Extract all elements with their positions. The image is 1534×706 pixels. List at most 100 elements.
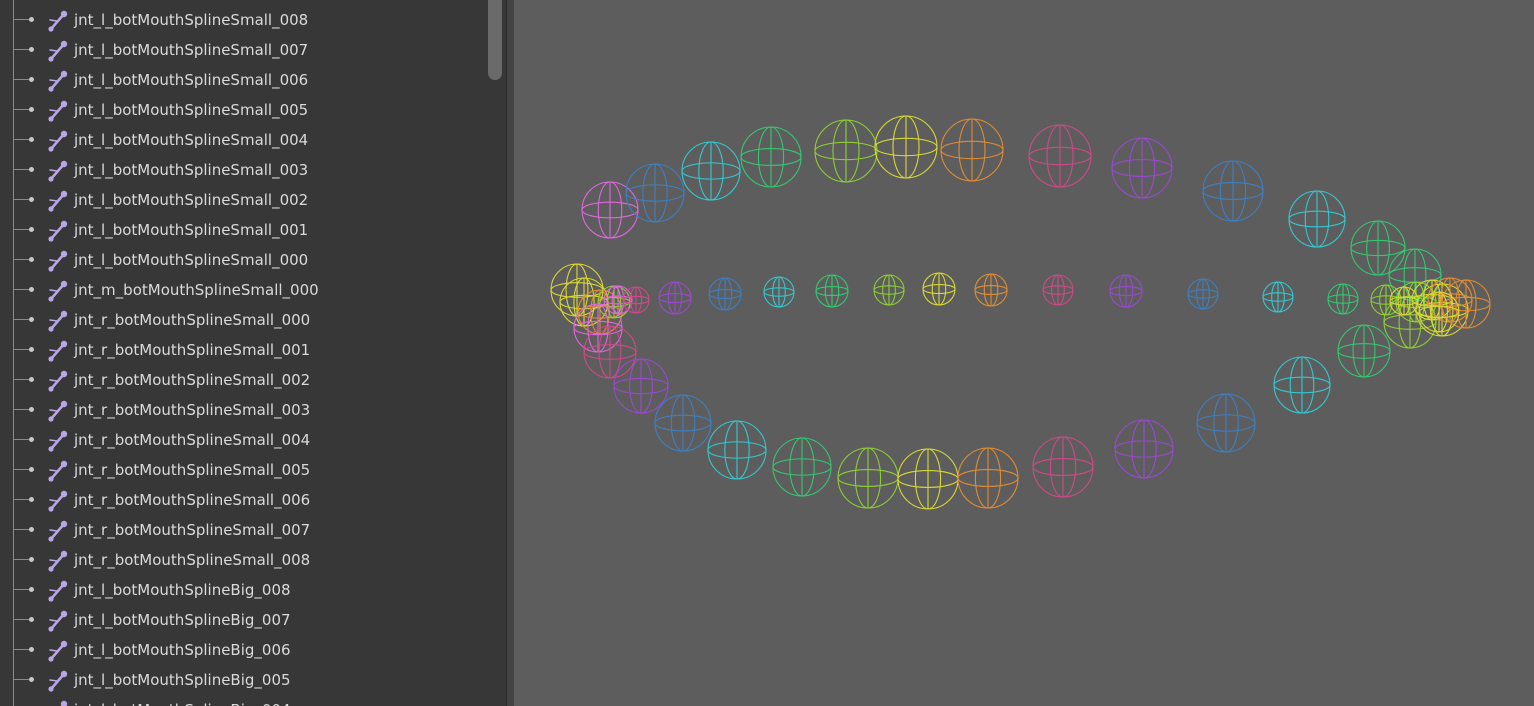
joint-icon — [48, 670, 68, 692]
joint-sphere[interactable] — [1042, 274, 1074, 306]
expand-dot-icon[interactable] — [29, 557, 34, 562]
joint-sphere[interactable] — [625, 163, 685, 223]
expand-dot-icon[interactable] — [29, 107, 34, 112]
panel-splitter[interactable] — [506, 0, 514, 706]
outliner-item[interactable]: jnt_l_botMouthSplineSmall_003 — [0, 155, 486, 185]
outliner-item[interactable]: jnt_r_botMouthSplineSmall_000 — [0, 305, 486, 335]
expand-dot-icon[interactable] — [29, 377, 34, 382]
expand-dot-icon[interactable] — [29, 677, 34, 682]
joint-sphere[interactable] — [1114, 419, 1174, 479]
joint-sphere[interactable] — [1262, 281, 1294, 313]
outliner-item-label: jnt_r_botMouthSplineSmall_001 — [74, 341, 311, 359]
outliner-item[interactable]: jnt_l_botMouthSplineSmall_006 — [0, 65, 486, 95]
joint-sphere[interactable] — [815, 274, 849, 308]
joint-sphere[interactable] — [681, 141, 741, 201]
outliner-item[interactable]: jnt_l_botMouthSplineBig_007 — [0, 605, 486, 635]
outliner-item-label: jnt_l_botMouthSplineBig_006 — [74, 641, 291, 659]
outliner-item[interactable]: jnt_l_botMouthSplineSmall_002 — [0, 185, 486, 215]
joint-icon — [48, 310, 68, 332]
joint-sphere[interactable] — [1350, 220, 1406, 276]
joint-sphere[interactable] — [1441, 279, 1491, 329]
expand-dot-icon[interactable] — [29, 17, 34, 22]
joint-sphere[interactable] — [814, 119, 878, 183]
outliner-item[interactable]: jnt_l_botMouthSplineBig_008 — [0, 575, 486, 605]
joint-sphere[interactable] — [1187, 278, 1219, 310]
joint-sphere[interactable] — [740, 126, 802, 188]
joint-icon — [48, 70, 68, 92]
expand-dot-icon[interactable] — [29, 437, 34, 442]
outliner-item[interactable]: jnt_l_botMouthSplineSmall_000 — [0, 245, 486, 275]
expand-dot-icon[interactable] — [29, 197, 34, 202]
joint-sphere[interactable] — [940, 118, 1004, 182]
outliner-item[interactable]: jnt_r_botMouthSplineSmall_001 — [0, 335, 486, 365]
joint-sphere[interactable] — [957, 447, 1019, 509]
outliner-item[interactable]: jnt_r_botMouthSplineSmall_004 — [0, 425, 486, 455]
expand-dot-icon[interactable] — [29, 287, 34, 292]
joint-sphere[interactable] — [1273, 356, 1331, 414]
outliner-item[interactable]: jnt_l_botMouthSplineSmall_004 — [0, 125, 486, 155]
expand-dot-icon[interactable] — [29, 347, 34, 352]
expand-dot-icon[interactable] — [29, 467, 34, 472]
outliner-item-label: jnt_l_botMouthSplineSmall_004 — [74, 131, 309, 149]
joint-sphere[interactable] — [1111, 137, 1173, 199]
expand-dot-icon[interactable] — [29, 317, 34, 322]
scrollbar-track[interactable] — [486, 0, 506, 706]
expand-dot-icon[interactable] — [29, 587, 34, 592]
expand-dot-icon[interactable] — [29, 137, 34, 142]
joint-sphere[interactable] — [654, 394, 712, 452]
joint-sphere[interactable] — [658, 281, 692, 315]
joint-sphere[interactable] — [583, 325, 637, 379]
joint-sphere[interactable] — [974, 273, 1008, 307]
expand-dot-icon[interactable] — [29, 617, 34, 622]
outliner-item[interactable]: jnt_l_botMouthSplineBig_006 — [0, 635, 486, 665]
joint-sphere[interactable] — [1109, 274, 1143, 308]
joint-icon — [48, 220, 68, 242]
joint-sphere[interactable] — [1202, 160, 1264, 222]
joint-sphere[interactable] — [874, 115, 938, 179]
joint-sphere[interactable] — [581, 181, 639, 239]
joint-sphere[interactable] — [622, 286, 650, 314]
joint-sphere[interactable] — [1032, 436, 1094, 498]
outliner-item-label: jnt_l_botMouthSplineBig_004 — [74, 701, 291, 706]
outliner-item[interactable]: jnt_r_botMouthSplineSmall_007 — [0, 515, 486, 545]
joint-sphere[interactable] — [707, 420, 767, 480]
viewport-canvas[interactable] — [514, 0, 1534, 706]
outliner-item[interactable]: jnt_r_botMouthSplineSmall_002 — [0, 365, 486, 395]
joint-sphere[interactable] — [772, 437, 832, 497]
outliner-item[interactable]: jnt_m_botMouthSplineSmall_000 — [0, 275, 486, 305]
joint-sphere[interactable] — [763, 276, 795, 308]
expand-dot-icon[interactable] — [29, 527, 34, 532]
expand-dot-icon[interactable] — [29, 497, 34, 502]
joint-sphere[interactable] — [1028, 124, 1092, 188]
expand-dot-icon[interactable] — [29, 407, 34, 412]
outliner-item[interactable]: jnt_l_botMouthSplineBig_005 — [0, 665, 486, 695]
joint-sphere[interactable] — [897, 448, 959, 510]
joint-sphere[interactable] — [1196, 393, 1256, 453]
joint-sphere[interactable] — [1327, 283, 1359, 315]
expand-dot-icon[interactable] — [29, 257, 34, 262]
expand-dot-icon[interactable] — [29, 227, 34, 232]
expand-dot-icon[interactable] — [29, 47, 34, 52]
joint-sphere[interactable] — [1288, 190, 1346, 248]
scrollbar-thumb[interactable] — [488, 0, 502, 80]
expand-dot-icon[interactable] — [29, 167, 34, 172]
expand-dot-icon[interactable] — [29, 647, 34, 652]
joint-sphere[interactable] — [873, 274, 905, 306]
joint-sphere[interactable] — [708, 277, 742, 311]
joint-icon — [48, 580, 68, 602]
outliner-item[interactable]: jnt_r_botMouthSplineSmall_006 — [0, 485, 486, 515]
outliner-item[interactable]: jnt_l_botMouthSplineSmall_008 — [0, 5, 486, 35]
outliner-item[interactable]: jnt_l_botMouthSplineSmall_007 — [0, 35, 486, 65]
joint-sphere[interactable] — [922, 272, 956, 306]
expand-dot-icon[interactable] — [29, 77, 34, 82]
viewport-3d[interactable] — [514, 0, 1534, 706]
joint-sphere[interactable] — [613, 358, 669, 414]
joint-sphere[interactable] — [1337, 324, 1391, 378]
joint-sphere[interactable] — [837, 447, 899, 509]
outliner-item[interactable]: jnt_r_botMouthSplineSmall_008 — [0, 545, 486, 575]
outliner-item[interactable]: jnt_r_botMouthSplineSmall_003 — [0, 395, 486, 425]
outliner-item[interactable]: jnt_l_botMouthSplineBig_004 — [0, 695, 486, 706]
outliner-item[interactable]: jnt_l_botMouthSplineSmall_001 — [0, 215, 486, 245]
outliner-item[interactable]: jnt_l_botMouthSplineSmall_005 — [0, 95, 486, 125]
outliner-item[interactable]: jnt_r_botMouthSplineSmall_005 — [0, 455, 486, 485]
